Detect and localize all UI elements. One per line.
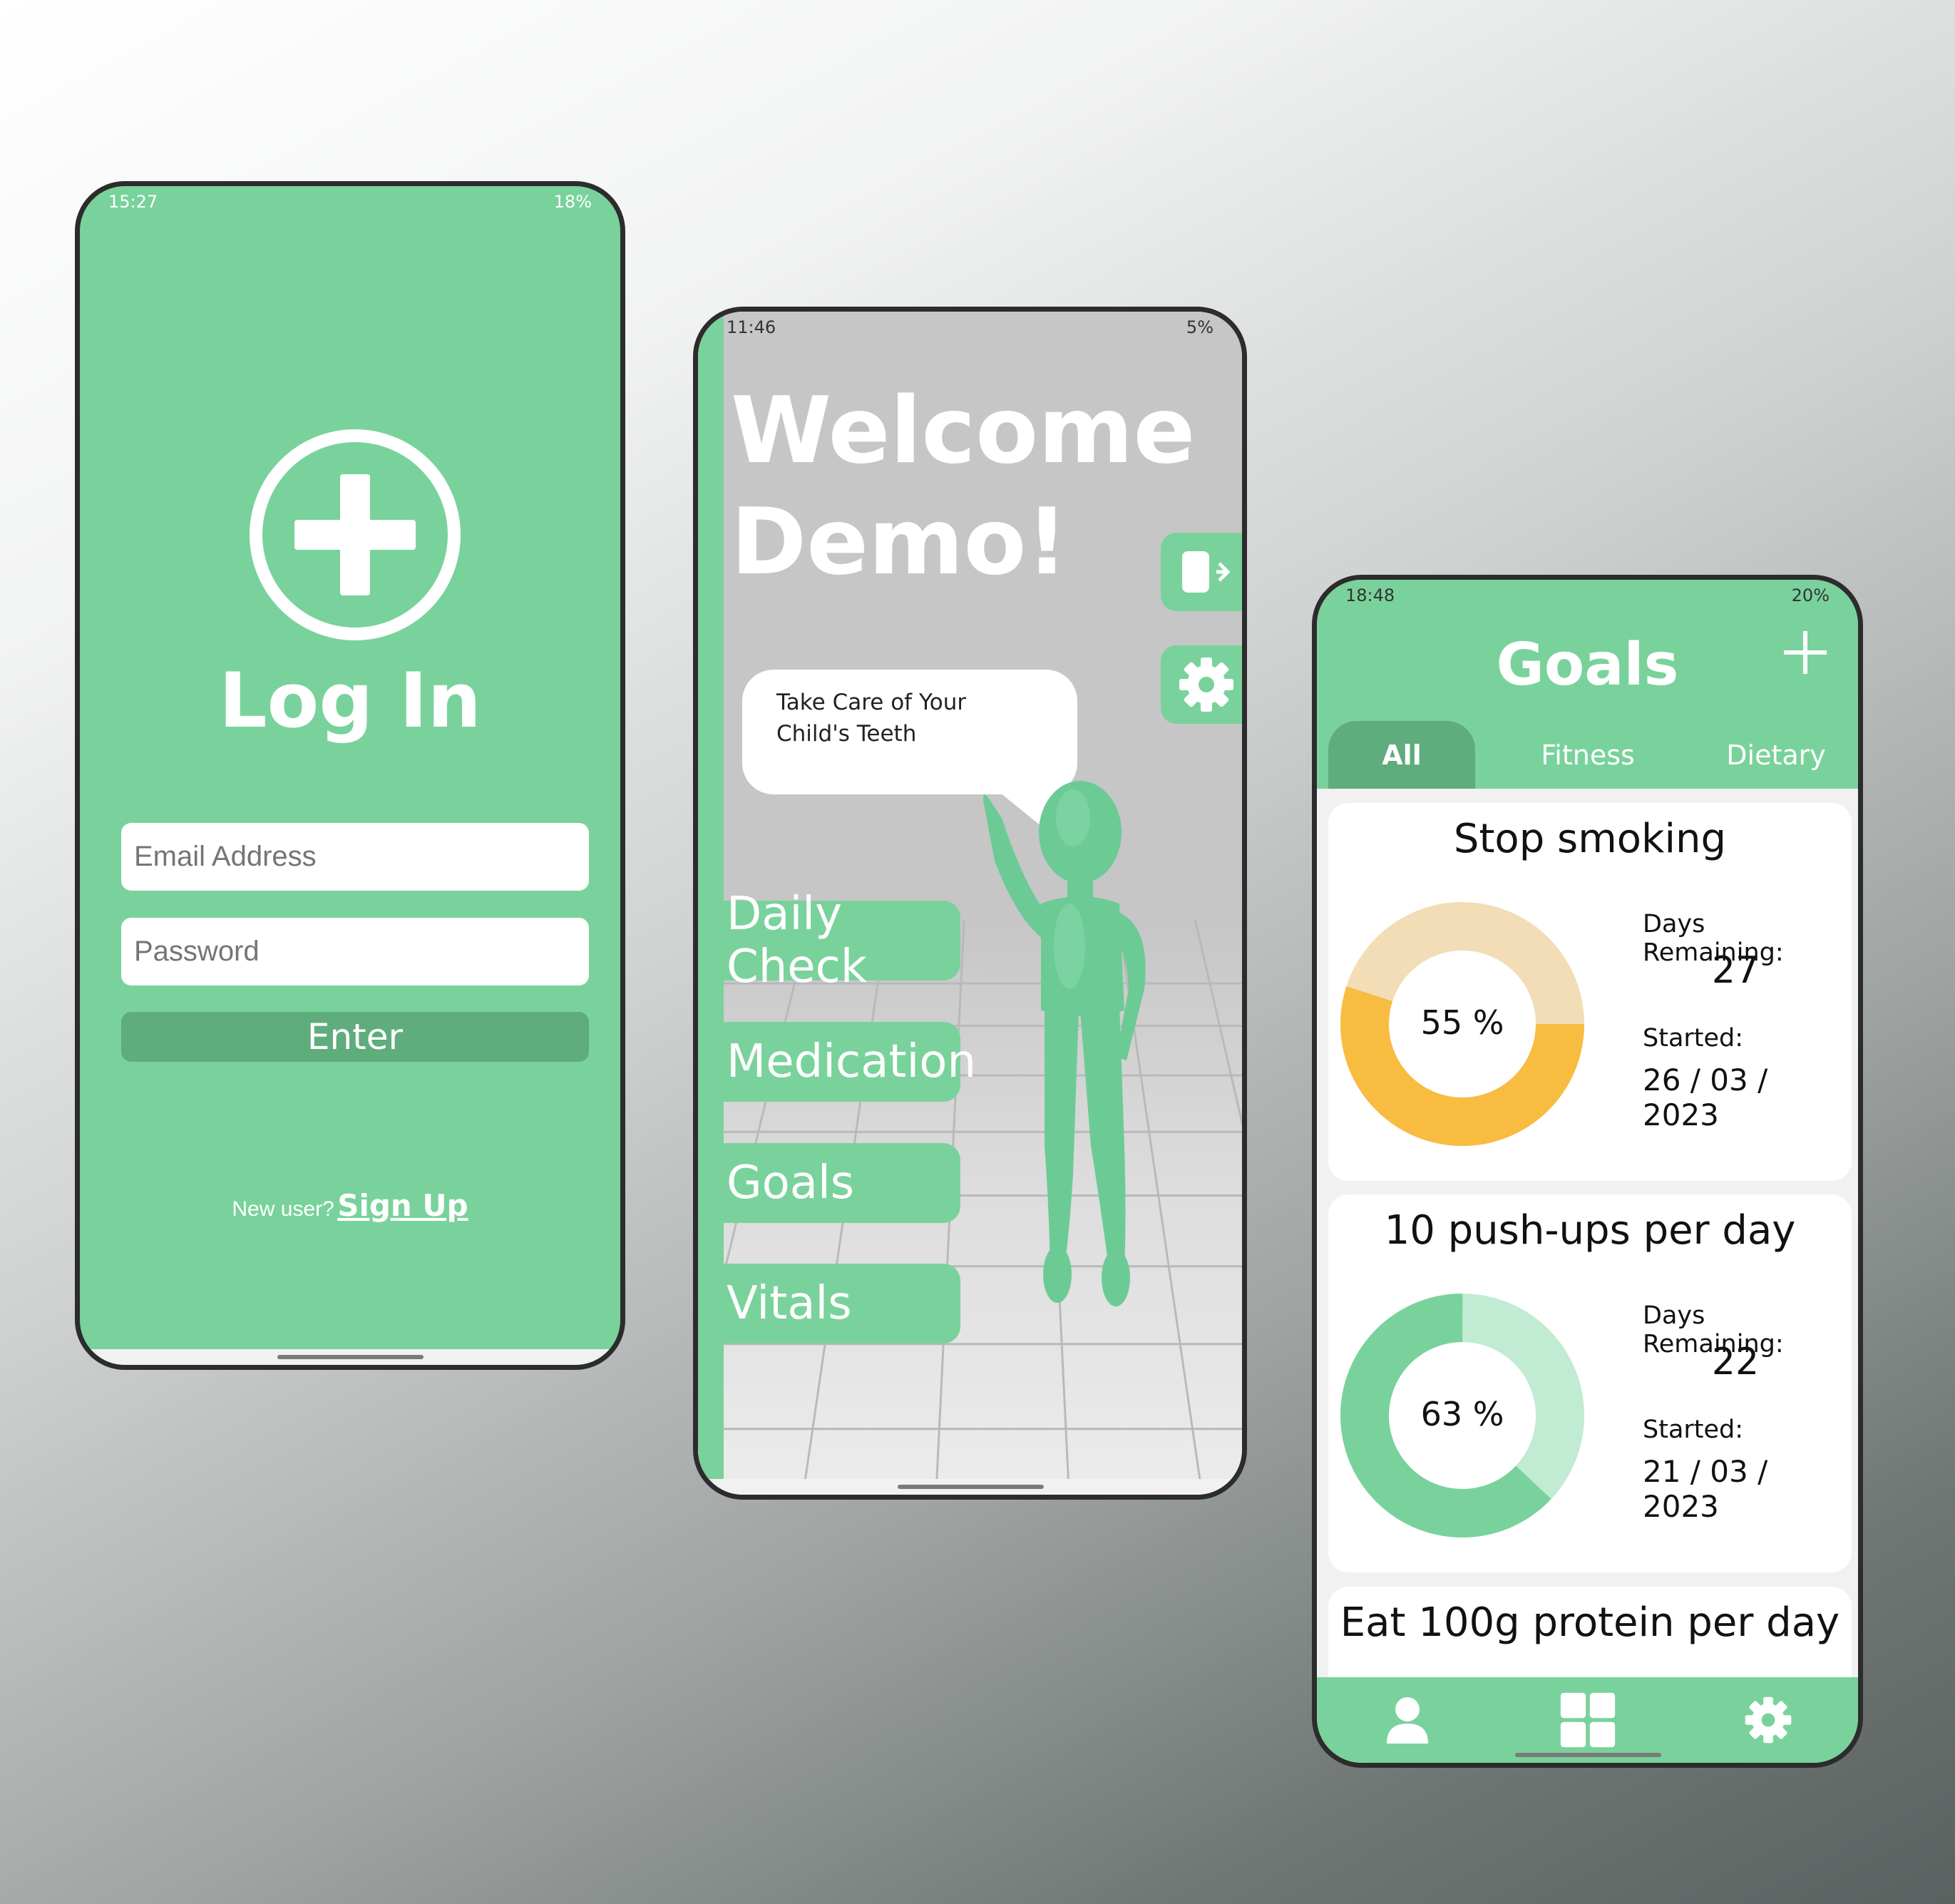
status-time: 18:48 [1345,585,1395,605]
status-time: 15:27 [108,192,158,212]
progress-donut: 63 % [1340,1294,1584,1537]
settings-button[interactable] [1161,645,1242,724]
started-date: 21 / 03 / 2023 [1643,1454,1768,1524]
progress-label: 63 % [1421,1395,1504,1433]
status-bar: 15:27 18% [80,186,620,217]
new-user-text: New user? [232,1197,334,1221]
goal-title: 10 push-ups per day [1384,1207,1796,1254]
logout-icon [1182,551,1231,593]
page-title: Goals [1496,631,1679,699]
enter-button[interactable]: Enter [121,1012,589,1062]
nav-settings[interactable] [1740,1691,1797,1749]
goal-card-push-ups[interactable]: 10 push-ups per day 63 % Days Remaining:… [1328,1194,1852,1572]
welcome-line-1: Welcome [731,378,1196,484]
goal-title: Eat 100g protein per day [1340,1600,1840,1646]
welcome-heading: Welcome Demo! [731,376,1195,598]
started-label: Started: [1643,1024,1744,1053]
gear-icon [1745,1696,1791,1744]
progress-donut: 55 % [1340,902,1584,1146]
started-date: 26 / 03 / 2023 [1643,1063,1768,1132]
welcome-line-2: Demo! [731,489,1068,595]
logout-button[interactable] [1161,533,1242,611]
menu-vitals-button[interactable]: Vitals [698,1264,960,1343]
days-remaining-value: 27 [1711,949,1760,992]
login-phone: 15:27 18% Log In Enter New user? Sign Up [75,181,625,1370]
bottom-nav [1317,1677,1858,1763]
goal-title: Stop smoking [1453,816,1727,862]
started-label: Started: [1643,1416,1744,1444]
goal-card-stop-smoking[interactable]: Stop smoking 55 % Days Remaining: 27 Sta… [1328,803,1852,1181]
status-battery: 18% [553,192,592,212]
gear-icon [1179,657,1233,712]
password-field[interactable] [121,918,589,986]
person-icon [1386,1697,1428,1744]
days-remaining-value: 22 [1711,1341,1760,1383]
status-bar: 18:48 20% [1317,580,1858,611]
grid-icon [1560,1692,1615,1748]
menu-medication-button[interactable]: Medication [698,1022,976,1102]
menu-goals-button[interactable]: Goals [698,1143,960,1223]
page-title: Log In [218,657,482,744]
status-battery: 20% [1791,585,1830,605]
nav-profile[interactable] [1379,1691,1436,1749]
tab-dietary[interactable]: Dietary [1696,721,1856,789]
home-phone: 11:46 5% Welcome Demo! Take Care of Your… [693,307,1247,1500]
goals-phone: 18:48 20% Goals All Fitness Dietary Stop… [1312,575,1863,1768]
tab-fitness[interactable]: Fitness [1508,721,1668,789]
avatar-figure [982,781,1146,1306]
progress-label: 55 % [1421,1003,1504,1042]
home-indicator[interactable] [1514,1753,1661,1757]
goals-header: 18:48 20% Goals All Fitness Dietary [1317,580,1858,789]
signup-row: New user? Sign Up [80,1188,620,1223]
home-indicator[interactable] [897,1485,1044,1489]
status-battery: 5% [1186,317,1213,337]
tab-all[interactable]: All [1328,721,1475,789]
medical-cross-logo-icon [250,429,461,640]
menu-daily-check-button[interactable]: Daily Check [698,888,960,993]
add-goal-icon[interactable] [1781,628,1830,677]
email-field[interactable] [121,823,589,891]
home-indicator[interactable] [277,1355,424,1359]
nav-dashboard[interactable] [1559,1691,1616,1749]
status-time: 11:46 [727,317,776,337]
status-bar: 11:46 5% [698,312,1242,343]
signup-link[interactable]: Sign Up [337,1188,468,1223]
